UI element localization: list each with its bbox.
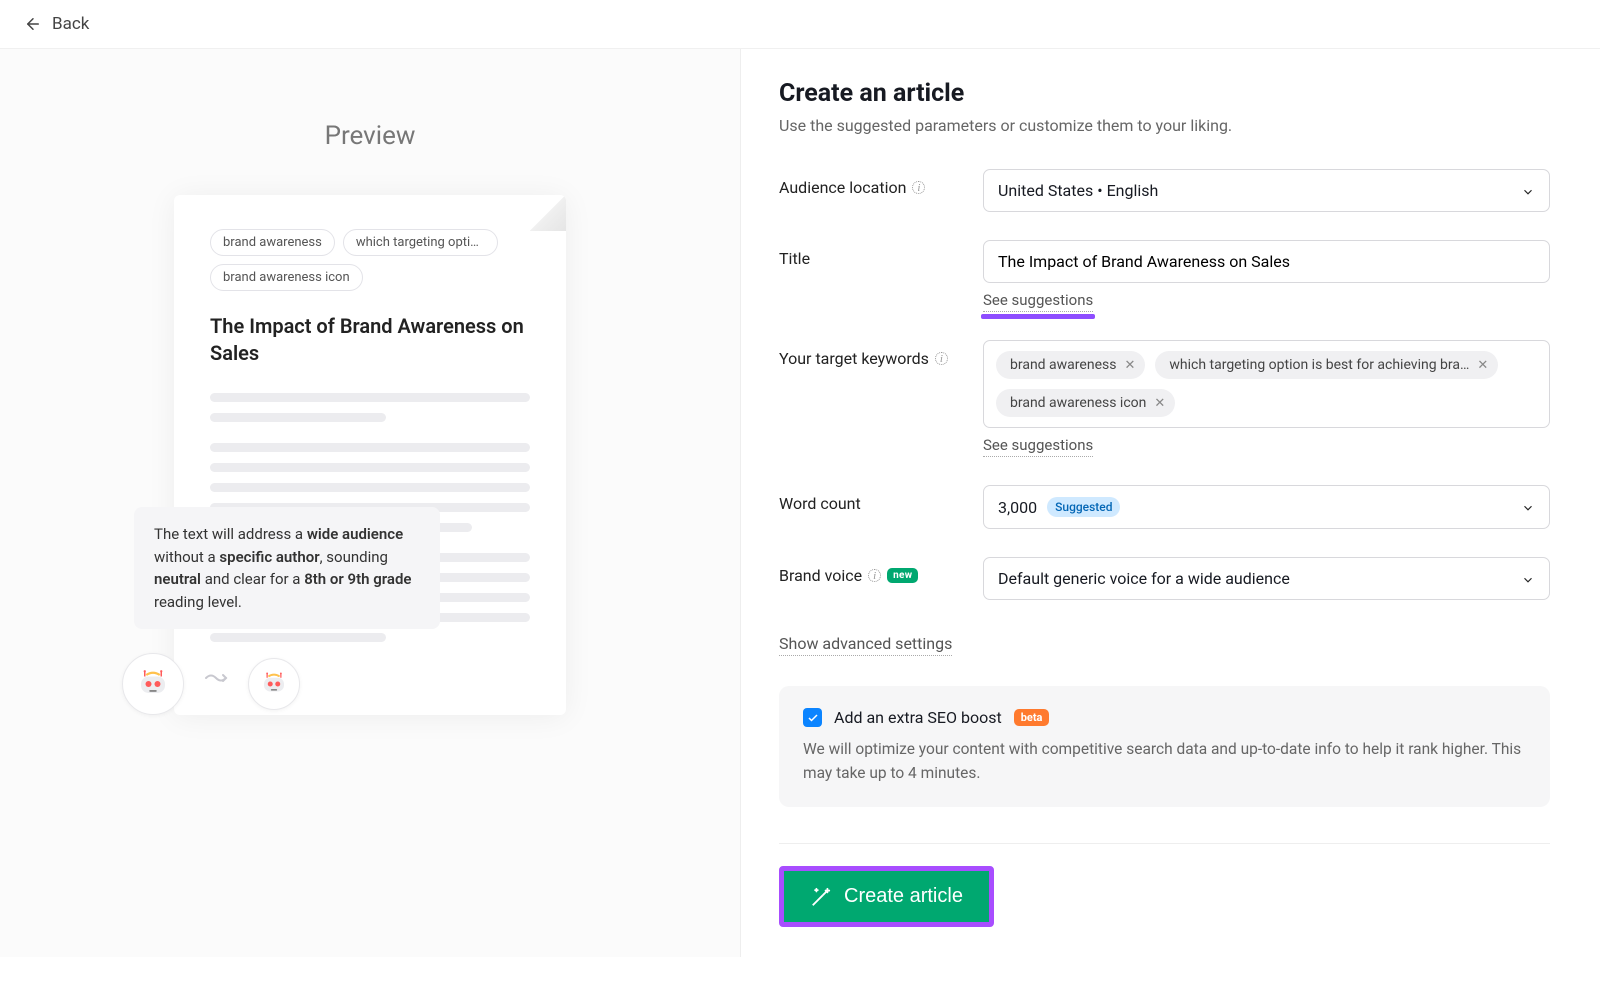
info-icon[interactable]: i	[935, 352, 948, 365]
back-button[interactable]: Back	[24, 14, 89, 34]
preview-pane: Preview brand awareness which targeting …	[0, 49, 740, 957]
wordcount-select[interactable]: 3,000 Suggested	[983, 485, 1550, 529]
bot-illustration	[122, 653, 300, 715]
seo-checkbox[interactable]	[803, 708, 822, 727]
beta-badge: beta	[1014, 709, 1050, 726]
wordcount-label: Word count	[779, 485, 965, 513]
remove-icon[interactable]: ✕	[1477, 358, 1488, 373]
magic-wand-icon	[810, 886, 832, 908]
skeleton-line	[210, 443, 530, 452]
see-suggestions-link[interactable]: See suggestions	[983, 436, 1093, 457]
keywords-input[interactable]: brand awareness✕ which targeting option …	[983, 340, 1550, 428]
keywords-label: Your target keywords i	[779, 340, 965, 368]
page-subtitle: Use the suggested parameters or customiz…	[779, 116, 1550, 135]
topbar: Back	[0, 0, 1600, 49]
voice-select[interactable]: Default generic voice for a wide audienc…	[983, 557, 1550, 600]
info-icon[interactable]: i	[868, 569, 881, 582]
suggested-badge: Suggested	[1047, 497, 1120, 517]
voice-label: Brand voice i new	[779, 557, 965, 585]
document-preview: brand awareness which targeting optio… b…	[174, 195, 566, 715]
voice-value: Default generic voice for a wide audienc…	[998, 569, 1290, 588]
footer: Create article	[779, 843, 1550, 927]
check-icon	[807, 712, 819, 724]
preview-tags: brand awareness which targeting optio… b…	[210, 229, 530, 291]
remove-icon[interactable]: ✕	[1124, 358, 1135, 373]
preview-tag: which targeting optio…	[343, 229, 498, 256]
seo-description: We will optimize your content with compe…	[803, 737, 1526, 785]
preview-tag: brand awareness icon	[210, 264, 363, 291]
chevron-down-icon	[1521, 500, 1535, 514]
chevron-down-icon	[1521, 572, 1535, 586]
skeleton-line	[210, 483, 530, 492]
robot-icon	[248, 658, 300, 710]
audience-label: Audience location i	[779, 169, 965, 197]
keyword-chip: which targeting option is best for achie…	[1155, 351, 1498, 379]
page-fold	[530, 195, 566, 231]
audience-value: United States • English	[998, 181, 1158, 200]
title-input[interactable]	[998, 252, 1535, 271]
cta-label: Create article	[844, 885, 963, 908]
preview-tag: brand awareness	[210, 229, 335, 256]
robot-icon	[122, 653, 184, 715]
skeleton-line	[210, 633, 386, 642]
voice-description-note: The text will address a wide audience wi…	[134, 507, 440, 629]
seo-title: Add an extra SEO boost	[834, 708, 1002, 727]
skeleton-line	[210, 413, 386, 422]
page-title: Create an article	[779, 79, 1550, 108]
advanced-settings-link[interactable]: Show advanced settings	[779, 634, 952, 656]
new-badge: new	[887, 568, 918, 583]
create-article-button[interactable]: Create article	[784, 871, 989, 922]
cta-highlight: Create article	[779, 866, 994, 927]
back-label: Back	[52, 14, 89, 34]
title-input-wrap	[983, 240, 1550, 283]
see-suggestions-link[interactable]: See suggestions	[983, 291, 1093, 312]
form-pane: Create an article Use the suggested para…	[740, 49, 1600, 957]
skeleton-line	[210, 463, 530, 472]
audience-select[interactable]: United States • English	[983, 169, 1550, 212]
arrow-left-icon	[24, 15, 42, 33]
keyword-chip: brand awareness✕	[996, 351, 1145, 379]
paper-wrapper: brand awareness which targeting optio… b…	[174, 195, 566, 715]
seo-boost-panel: Add an extra SEO boost beta We will opti…	[779, 686, 1550, 807]
wordcount-value: 3,000	[998, 498, 1037, 517]
keyword-chip: brand awareness icon✕	[996, 389, 1175, 417]
preview-doc-title: The Impact of Brand Awareness on Sales	[210, 313, 530, 367]
skeleton-line	[210, 393, 530, 402]
info-icon[interactable]: i	[912, 181, 925, 194]
preview-heading: Preview	[325, 121, 416, 151]
remove-icon[interactable]: ✕	[1154, 396, 1165, 411]
swap-icon	[204, 672, 228, 697]
title-label: Title	[779, 240, 965, 268]
chevron-down-icon	[1521, 184, 1535, 198]
